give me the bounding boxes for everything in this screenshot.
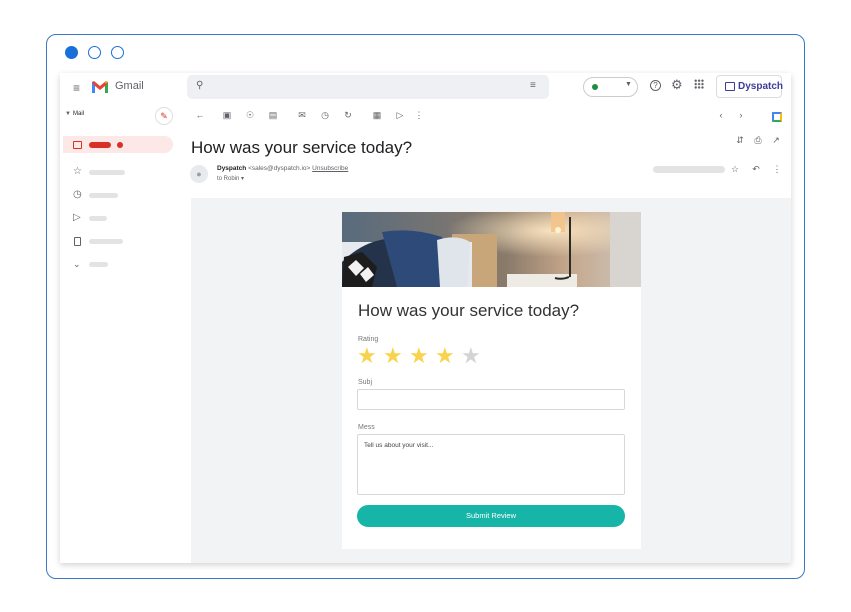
sidebar-item-sent[interactable] (89, 216, 107, 221)
calendar-icon[interactable] (772, 112, 782, 122)
window-minimize-dot[interactable] (88, 46, 101, 59)
chevron-down-icon: ▼ (625, 81, 632, 88)
survey-card: How was your service today? Rating (342, 212, 641, 549)
search-icon: ⚲ (196, 80, 204, 91)
bedroom-hero-image (342, 212, 641, 287)
message-label-line1: Mess (358, 424, 375, 431)
inbox-icon (73, 141, 82, 149)
draft-icon[interactable] (74, 237, 81, 246)
add-task-icon[interactable]: ↻ (342, 110, 354, 120)
rating-star-1[interactable]: ★ (357, 345, 377, 367)
window-maximize-dot[interactable] (111, 46, 124, 59)
compose-pencil-icon[interactable]: ✎ (155, 107, 173, 125)
sidebar-item-more[interactable] (89, 262, 108, 267)
back-arrow-icon[interactable]: ← (194, 110, 206, 120)
email-subject: How was your service today? (191, 138, 413, 157)
more-vert-icon[interactable]: ⋮ (413, 110, 425, 120)
dyspatch-button-label: Dyspatch (738, 81, 784, 92)
move-to-icon[interactable]: ▦ (371, 110, 383, 120)
recipient-line[interactable]: to Robin ▾ (217, 175, 244, 182)
mail-section-label: Mail (73, 111, 85, 117)
send-icon[interactable]: ▷ (73, 213, 81, 223)
submit-review-button[interactable]: Submit Review (357, 505, 625, 527)
help-icon[interactable]: ? (650, 80, 661, 91)
message-textarea[interactable]: Tell us about your visit... (357, 434, 625, 495)
search-options-icon[interactable]: ≡ (530, 80, 536, 91)
clock-icon[interactable]: ◷ (73, 190, 82, 200)
more-vert-message-icon[interactable]: ⋮ (771, 164, 783, 174)
sender-name: Dyspatch (217, 165, 247, 172)
status-active-dot (592, 84, 598, 90)
mark-unread-icon[interactable]: ✉ (296, 110, 308, 120)
recipient-text: to Robin (217, 176, 240, 182)
message-placeholder: Tell us about your visit... (364, 442, 434, 449)
expand-more-icon[interactable]: ⌄ (73, 259, 81, 269)
sender-line: Dyspatch <sales@dyspatch.io> Unsubscribe (217, 165, 348, 172)
newer-chevron-icon[interactable]: ‹ (715, 110, 727, 120)
subject-input[interactable] (357, 389, 625, 410)
sender-avatar: ● (190, 165, 208, 183)
label-icon[interactable]: ▷ (394, 110, 406, 120)
gmail-wordmark: Gmail (115, 80, 144, 92)
sidebar-item-starred[interactable] (89, 170, 125, 175)
sidebar-item-snoozed[interactable] (89, 193, 118, 198)
sidebar-item-drafts[interactable] (89, 239, 123, 244)
unread-dot (117, 142, 123, 148)
older-chevron-icon[interactable]: › (735, 110, 747, 120)
survey-title: How was your service today? (358, 301, 580, 320)
star-icon[interactable]: ☆ (73, 167, 82, 177)
menu-icon[interactable]: ≡ (73, 81, 80, 95)
mail-collapse-icon[interactable]: ▼ (65, 111, 71, 117)
unsubscribe-link[interactable]: Unsubscribe (312, 165, 348, 172)
date-placeholder (653, 166, 725, 173)
dyspatch-button[interactable]: Dyspatch (716, 75, 784, 98)
rating-star-4[interactable]: ★ (435, 345, 455, 367)
sidebar-item-label-placeholder (89, 142, 111, 148)
dyspatch-logo-icon (725, 82, 735, 91)
subject-label-line1: Subj (358, 379, 373, 386)
star-outline-icon[interactable]: ☆ (729, 164, 741, 174)
rating-star-2[interactable]: ★ (383, 345, 403, 367)
gmail-logo-icon (92, 81, 108, 93)
apps-grid-icon[interactable] (694, 79, 704, 89)
window-close-dot[interactable] (65, 46, 78, 59)
report-spam-icon[interactable]: ☉ (244, 110, 256, 120)
delete-icon[interactable]: ▤ (267, 110, 279, 120)
sidebar-item-inbox[interactable] (63, 136, 173, 153)
snooze-icon[interactable]: ◷ (319, 110, 331, 120)
settings-icon[interactable]: ⚙ (671, 77, 683, 93)
status-selector[interactable]: ▼ (583, 77, 638, 97)
open-new-window-icon[interactable]: ↗ (770, 135, 782, 145)
gmail-window: ≡ Gmail ⚲ ≡ ▼ ? ⚙ Dyspatch ▼ Mail ✎ ☆ ◷ … (60, 73, 791, 563)
sender-email: <sales@dyspatch.io> (248, 165, 311, 172)
search-bar[interactable]: ⚲ ≡ (187, 75, 549, 99)
expand-all-icon[interactable]: ⇵ (734, 135, 746, 145)
print-icon[interactable]: ⎙ (752, 135, 764, 145)
reply-icon[interactable]: ↶ (750, 164, 762, 174)
rating-star-3[interactable]: ★ (409, 345, 429, 367)
archive-icon[interactable]: ▣ (221, 110, 233, 120)
recipient-details-chevron-icon[interactable]: ▾ (241, 176, 244, 182)
rating-star-5[interactable]: ★ (461, 345, 481, 367)
